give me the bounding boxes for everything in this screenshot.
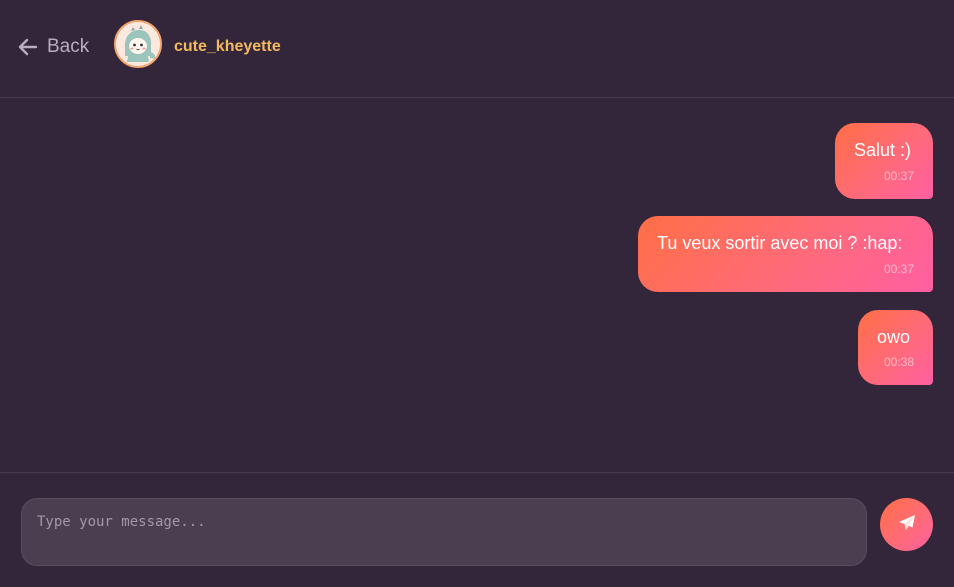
message-text: owo	[877, 327, 911, 347]
message-bubble: Tu veux sortir avec moi ? :hap: 00:37	[638, 216, 933, 292]
message-timestamp: 00:38	[883, 355, 914, 369]
paper-plane-icon	[898, 514, 916, 535]
message-list: Salut :) 00:37 Tu veux sortir avec moi ?…	[0, 99, 954, 472]
back-button[interactable]: Back	[18, 34, 89, 60]
message-text: Salut :)	[854, 140, 912, 160]
message-bubble: Salut :) 00:37	[835, 123, 933, 199]
message-text: Tu veux sortir avec moi ? :hap:	[657, 233, 903, 253]
avatar-image	[116, 22, 160, 66]
message-bubble: owo 00:38	[858, 310, 933, 385]
username[interactable]: cute_kheyette	[174, 38, 281, 56]
avatar[interactable]	[114, 20, 162, 68]
message-timestamp: 00:37	[883, 169, 914, 183]
message-timestamp: 00:37	[883, 262, 914, 276]
chat-header: Back cute_kheyette	[0, 0, 954, 98]
message-composer	[0, 472, 954, 587]
arrow-left-icon	[18, 38, 38, 56]
back-label: Back	[47, 36, 90, 57]
message-input[interactable]	[21, 498, 867, 566]
chat-window: Back cute_kheyette Salut:) 00:37 Tu veu…	[0, 0, 954, 587]
send-button[interactable]	[880, 498, 933, 551]
